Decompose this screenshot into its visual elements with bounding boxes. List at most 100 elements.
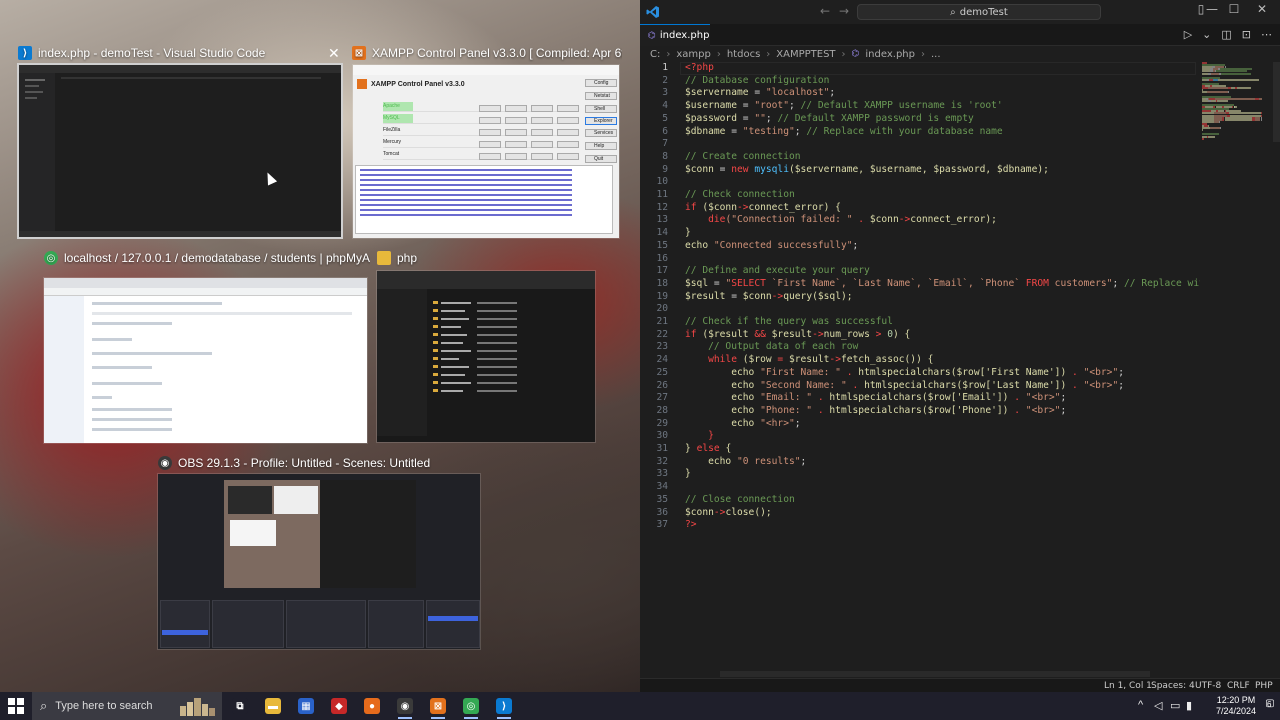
scrollbar-thumb[interactable] [1273,62,1280,142]
code-line[interactable]: 27 echo "Email: " . htmlspecialchars($ro… [640,392,1200,405]
breadcrumb-item[interactable]: XAMPPTEST [776,49,835,60]
taskbar-app-chrome[interactable]: ◎ [455,692,487,720]
code-line[interactable]: 34 [640,481,1200,494]
more-actions-icon[interactable]: ⋯ [1261,28,1272,41]
snap-thumbnail-explorer[interactable] [376,270,596,443]
code-line[interactable]: 26 echo "Second Name: " . htmlspecialcha… [640,380,1200,393]
status-eol[interactable]: CRLF [1227,681,1250,691]
vertical-scrollbar[interactable] [1273,62,1280,678]
split-editor-icon[interactable]: ◫ [1221,28,1231,41]
status-cursor-position[interactable]: Ln 1, Col 1 [1104,681,1152,691]
code-token: htmlspecialchars($row['Last Name']) [864,379,1067,391]
code-line[interactable]: 37 ?> [640,519,1200,532]
taskbar-app-task-view[interactable]: ⧉ [224,692,256,720]
chevron-down-icon[interactable]: ⌄ [1202,28,1211,41]
snap-window-title-vscode[interactable]: ⟩ index.php - demoTest - Visual Studio C… [18,44,344,62]
minimize-icon[interactable]: — [1202,2,1222,16]
line-number: 9 [662,163,668,175]
status-indentation[interactable]: Spaces: 4 [1151,681,1195,691]
code-line[interactable]: 11 // Check connection [640,189,1200,202]
chevron-up-icon[interactable]: ^ [1138,699,1143,711]
breadcrumb-item[interactable]: index.php [865,49,915,60]
tab-label: index.php [659,30,710,41]
code-text: die("Connection failed: " . $conn->conne… [685,214,997,227]
code-line[interactable]: 18 $sql = "SELECT `First Name`, `Last Nam… [640,278,1200,291]
taskbar-app-calculator[interactable]: ▦ [290,692,322,720]
snap-thumbnail-chrome[interactable] [43,277,368,444]
code-line[interactable]: 12 if ($conn->connect_error) { [640,202,1200,215]
maximize-icon[interactable]: ☐ [1224,2,1244,16]
code-line[interactable]: 28 echo "Phone: " . htmlspecialchars($ro… [640,405,1200,418]
code-line[interactable]: 22 if ($result && $result->num_rows > 0) … [640,329,1200,342]
code-line[interactable]: 13 die("Connection failed: " . $conn->co… [640,214,1200,227]
code-line[interactable]: 14} [640,227,1200,240]
code-line[interactable]: 3 $servername = "localhost"; [640,87,1200,100]
volume-icon[interactable]: ◁ [1154,699,1162,712]
code-line[interactable]: 4 $username = "root"; // Default XAMPP us… [640,100,1200,113]
taskbar-app-app-red[interactable]: ◆ [323,692,355,720]
battery-icon[interactable]: ▮ [1186,699,1192,712]
code-line[interactable]: 32 echo "0 results"; [640,456,1200,469]
snap-assist-area: ⟩ index.php - demoTest - Visual Studio C… [0,0,640,692]
code-line[interactable]: 5 $password = ""; // Default XAMPP passwo… [640,113,1200,126]
snap-thumbnail-xampp[interactable]: XAMPP Control Panel v3.3.0 Apache MySQL … [352,64,620,239]
code-line[interactable]: 23 // Output data of each row [640,341,1200,354]
breadcrumb-item[interactable]: ... [931,49,941,60]
code-line[interactable]: 17 // Define and execute your query [640,265,1200,278]
windows-start-icon[interactable] [8,698,24,714]
close-icon[interactable]: ✕ [328,44,340,62]
taskbar-app-obs[interactable]: ◉ [389,692,421,720]
code-line[interactable]: 33} [640,468,1200,481]
window-close-icon[interactable]: ✕ [1252,2,1272,16]
code-line[interactable]: 9 $conn = new mysqli($servername, $userna… [640,164,1200,177]
breadcrumb-item[interactable]: C: [650,49,660,60]
code-token: fetch_assoc()) { [840,354,934,366]
status-language[interactable]: PHP [1255,681,1273,691]
network-icon[interactable]: ▭ [1170,699,1180,712]
code-line[interactable]: 24 while ($row = $result->fetch_assoc())… [640,354,1200,367]
code-line[interactable]: 19 $result = $conn->query($sql); [640,291,1200,304]
command-center-search[interactable]: ⌕ demoTest [857,4,1101,20]
snap-window-title-xampp[interactable]: ⊠ XAMPP Control Panel v3.3.0 [ Compiled:… [352,44,622,62]
taskbar-app-firefox[interactable]: ● [356,692,388,720]
code-line[interactable]: 21 // Check if the query was successful [640,316,1200,329]
taskbar-app-vscode[interactable]: ⟩ [488,692,520,720]
snap-window-title-chrome[interactable]: ◎ localhost / 127.0.0.1 / demodatabase /… [44,249,370,267]
lock-icon[interactable]: ⊡ [1242,28,1251,41]
code-line[interactable]: 30 } [640,430,1200,443]
code-line[interactable]: 1 <?php [640,62,1200,75]
snap-window-title-explorer[interactable]: php [377,249,577,267]
code-token: $servername [685,87,749,99]
minimap[interactable] [1202,62,1272,142]
code-line[interactable]: 15 echo "Connected successfully"; [640,240,1200,253]
code-line[interactable]: 25 echo "First Name: " . htmlspecialchar… [640,367,1200,380]
code-line[interactable]: 6 $dbname = "testing"; // Replace with yo… [640,126,1200,139]
code-line[interactable]: 20 [640,303,1200,316]
taskbar-app-file-explorer[interactable]: ▬ [257,692,289,720]
code-editor[interactable]: 1 <?php 2 // Database configuration 3 $server… [640,62,1200,678]
snap-thumbnail-vscode[interactable] [17,63,343,239]
forward-arrow-icon[interactable]: → [839,4,849,18]
back-arrow-icon[interactable]: ← [820,4,830,18]
horizontal-scrollbar[interactable] [720,671,1150,677]
code-line[interactable]: 8 // Create connection [640,151,1200,164]
taskbar-app-xampp[interactable]: ⊠ [422,692,454,720]
run-icon[interactable]: ▷ [1184,28,1192,41]
code-line[interactable]: 29 echo "<hr>"; [640,418,1200,431]
snap-window-label: localhost / 127.0.0.1 / demodatabase / s… [64,251,370,265]
code-line[interactable]: 2 // Database configuration [640,75,1200,88]
code-line[interactable]: 35 // Close connection [640,494,1200,507]
code-line[interactable]: 31} else { [640,443,1200,456]
breadcrumb-item[interactable]: xampp [676,49,710,60]
tab-index-php[interactable]: ⌬ index.php [640,24,710,46]
code-line[interactable]: 7 [640,138,1200,151]
code-line[interactable]: 16 [640,253,1200,266]
code-line[interactable]: 36 $conn->close(); [640,507,1200,520]
breadcrumb-item[interactable]: htdocs [727,49,760,60]
snap-thumbnail-obs[interactable] [157,473,481,650]
notification-center-icon[interactable]: ▢ 6 [1262,698,1278,714]
code-line[interactable]: 10 [640,176,1200,189]
clock[interactable]: 12:20 PM 7/24/2024 [1216,695,1256,717]
status-encoding[interactable]: UTF-8 [1195,681,1221,691]
snap-window-title-obs[interactable]: ◉ OBS 29.1.3 - Profile: Untitled - Scene… [158,454,478,472]
